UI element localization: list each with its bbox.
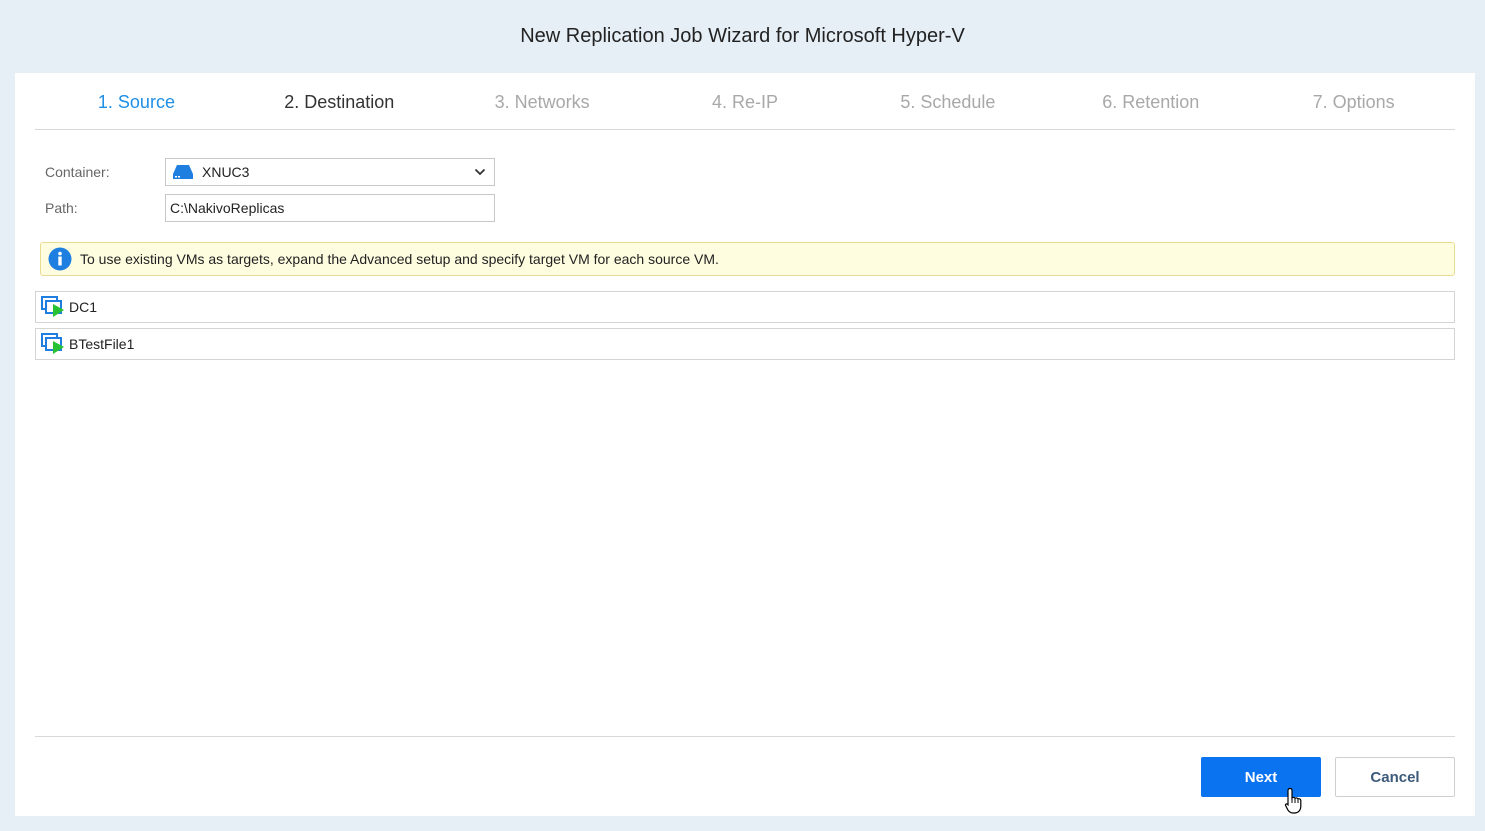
path-input[interactable] bbox=[165, 194, 495, 222]
container-value: XNUC3 bbox=[202, 164, 250, 180]
step-schedule[interactable]: 5. Schedule bbox=[846, 90, 1049, 113]
hand-cursor-icon bbox=[1284, 787, 1304, 820]
wizard-steps: 1. Source 2. Destination 3. Networks 4. … bbox=[35, 73, 1455, 130]
vm-name: DC1 bbox=[69, 299, 98, 315]
wizard-panel: 1. Source 2. Destination 3. Networks 4. … bbox=[15, 73, 1475, 816]
path-row: Path: bbox=[45, 194, 495, 222]
step-destination[interactable]: 2. Destination bbox=[238, 90, 441, 113]
vm-name: BTestFile1 bbox=[69, 336, 135, 352]
info-banner: To use existing VMs as targets, expand t… bbox=[40, 242, 1455, 276]
server-icon bbox=[172, 164, 194, 180]
info-message: To use existing VMs as targets, expand t… bbox=[80, 251, 719, 267]
step-options[interactable]: 7. Options bbox=[1252, 90, 1455, 113]
container-row: Container: XNUC3 bbox=[45, 158, 495, 186]
step-retention[interactable]: 6. Retention bbox=[1049, 90, 1252, 113]
vm-running-icon bbox=[41, 333, 65, 355]
step-re-ip[interactable]: 4. Re-IP bbox=[644, 90, 847, 113]
footer-divider bbox=[35, 736, 1455, 737]
wizard-title: New Replication Job Wizard for Microsoft… bbox=[520, 25, 965, 47]
chevron-down-icon bbox=[474, 168, 486, 176]
path-label: Path: bbox=[45, 200, 78, 216]
vm-row-btestfile1[interactable]: BTestFile1 bbox=[35, 328, 1455, 360]
step-source[interactable]: 1. Source bbox=[35, 90, 238, 113]
vm-running-icon bbox=[41, 296, 65, 318]
cancel-button[interactable]: Cancel bbox=[1335, 757, 1455, 797]
step-networks[interactable]: 3. Networks bbox=[441, 90, 644, 113]
container-select[interactable]: XNUC3 bbox=[165, 158, 495, 186]
container-label: Container: bbox=[45, 164, 110, 180]
vm-row-dc1[interactable]: DC1 bbox=[35, 291, 1455, 323]
info-icon bbox=[48, 247, 72, 271]
